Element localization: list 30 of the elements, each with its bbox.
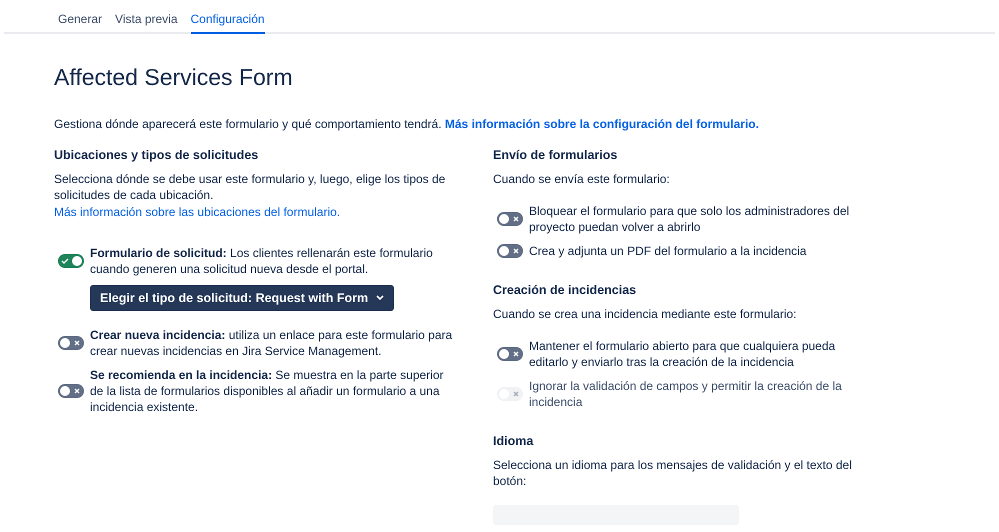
tab[interactable]: Vista previa <box>115 0 178 34</box>
page-title: Affected Services Form <box>54 64 294 92</box>
intro-text: Gestiona dónde aparecerá este formulario y qué comportamiento tendrá. Más información sobre la configuración del formulario. <box>54 116 760 132</box>
section-heading: Ubicaciones y tipos de solicitudes <box>54 148 260 163</box>
section-heading: Idioma <box>493 434 534 449</box>
section-heading: Envío de formularios <box>493 148 618 163</box>
option-label: Bloquear el formulario para que solo los administradores del proyecto puedan volver a abrirlo <box>529 202 850 235</box>
tab[interactable]: Generar <box>58 0 102 34</box>
tab[interactable]: Configuración <box>190 0 265 34</box>
section-description: Selecciona dónde se debe usar este formulario y, luego, elige los tipos de solicitudes de cada ubicación. <box>54 170 446 203</box>
toggle-switch[interactable] <box>497 244 523 258</box>
help-link[interactable]: Más información sobre la configuración del formulario. <box>444 116 759 131</box>
toggle-switch[interactable] <box>497 212 523 226</box>
option-label: Crea y adjunta un PDF del formulario a la incidencia <box>529 242 806 259</box>
toggle-switch[interactable] <box>58 336 84 350</box>
toggle-switch[interactable] <box>58 384 84 398</box>
section-description: Cuando se envía este formulario: <box>493 170 671 187</box>
option-label: Se recomienda en la incidencia: Se muestra en la parte superior de la lista de formularios disponibles al añadir un formulario a una incidencia existente. <box>90 367 444 416</box>
request-type-dropdown[interactable]: Elegir el tipo de solicitud: Request with Form <box>90 284 394 312</box>
toggle-switch[interactable] <box>497 346 523 361</box>
option-label: Crear nueva incidencia: utiliza un enlace para este formulario para crear nuevas incidencias en Jira Service Management. <box>90 327 454 360</box>
chevron-down-icon <box>376 294 384 301</box>
option-label: Mantener el formulario abierto para que cualquiera pueda editarlo y enviarlo tras la creación de la incidencia <box>529 338 836 370</box>
section-description: Selecciona un idioma para los mensajes de validación y el texto del botón: <box>493 456 853 489</box>
help-link[interactable]: Más información sobre las ubicaciones del formulario. <box>54 202 340 221</box>
option-label: Ignorar la validación de campos y permitir la creación de la incidencia <box>529 378 843 410</box>
option-label: Formulario de solicitud: Los clientes rellenarán este formulario cuando generen una solicitud nueva desde el portal. <box>90 244 434 277</box>
section-heading: Creación de incidencias <box>493 282 638 298</box>
toggle-switch[interactable] <box>58 254 84 268</box>
section-description: Cuando se crea una incidencia mediante este formulario: <box>493 306 798 322</box>
